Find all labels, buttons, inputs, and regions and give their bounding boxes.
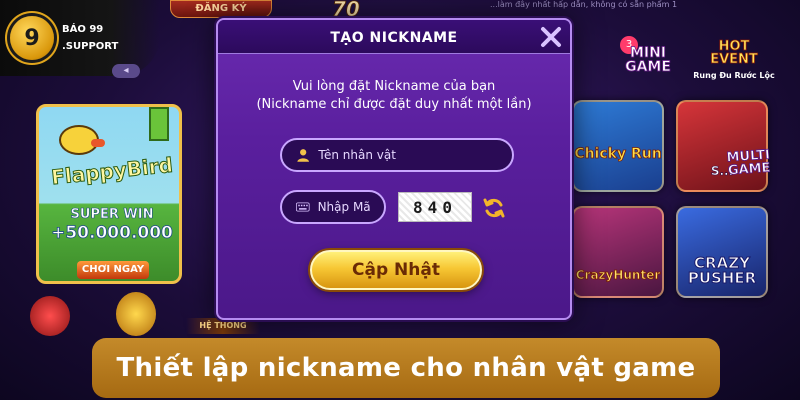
dialog-title: TẠO NICKNAME xyxy=(330,30,458,46)
pipe-icon xyxy=(149,107,169,141)
mini-game-button[interactable]: MINI GAME xyxy=(612,36,684,82)
close-icon xyxy=(541,27,561,47)
lion-dance-gold-icon xyxy=(116,292,156,336)
chicky-run-label: Chicky Run xyxy=(574,146,662,163)
refresh-icon xyxy=(483,198,505,218)
flappy-title: FlappyBird xyxy=(50,152,175,190)
dialog-instruction: Vui lòng đặt Nickname của bạn (Nickname … xyxy=(218,78,570,114)
instruction-line2: (Nickname chỉ được đặt duy nhất một lần) xyxy=(256,97,532,112)
crazy-hunter-game-icon[interactable]: CrazyHunter xyxy=(572,206,664,298)
lion-dance-icon xyxy=(30,296,70,336)
logo-icon: 9 xyxy=(10,16,54,60)
captcha-image: 840 xyxy=(398,192,472,222)
system-menu-label[interactable]: HỆ THỐNG xyxy=(186,318,260,334)
create-nickname-dialog: TẠO NICKNAME Vui lòng đặt Nickname của b… xyxy=(216,18,572,320)
multi-game-button[interactable]: MULTI GAME xyxy=(713,147,785,187)
close-button[interactable] xyxy=(536,22,566,52)
back-arrow-icon[interactable]: ◂ xyxy=(112,64,140,78)
keyboard-icon xyxy=(296,202,310,212)
chicky-run-game-icon[interactable]: Chicky Run xyxy=(572,100,664,192)
captcha-input[interactable] xyxy=(317,200,384,214)
jackpot-number-fragment: 70 xyxy=(332,0,361,21)
play-now-button[interactable]: CHƠI NGAY xyxy=(77,261,149,279)
super-win-label: SUPER WIN xyxy=(70,207,154,223)
nickname-field[interactable] xyxy=(280,138,514,172)
mini-game-line2: GAME xyxy=(625,59,672,75)
nickname-input[interactable] xyxy=(318,148,512,162)
crazy-pusher-line2: PUSHER xyxy=(687,269,757,287)
super-win-amount: +50.000.000 xyxy=(51,223,174,244)
brand-line1: BÁO 99 xyxy=(62,24,104,35)
register-tab[interactable]: ĐĂNG KÝ xyxy=(170,0,272,18)
crazy-pusher-label: CRAZY PUSHER xyxy=(678,255,766,287)
captcha-field[interactable] xyxy=(280,190,386,224)
bird-icon xyxy=(59,125,105,155)
caption-text: Thiết lập nickname cho nhân vật game xyxy=(116,353,696,383)
refresh-captcha-button[interactable] xyxy=(482,196,506,220)
caption-banner: Thiết lập nickname cho nhân vật game xyxy=(92,338,720,398)
flappy-bird-game-card[interactable]: FlappyBird SUPER WIN +50.000.000 CHƠI NG… xyxy=(36,104,182,284)
hot-event-subtitle: Rung Đu Rước Lộc xyxy=(693,71,775,80)
hot-event-button[interactable]: HOT EVENT Rung Đu Rước Lộc xyxy=(692,40,776,84)
update-button[interactable]: Cập Nhật xyxy=(310,250,482,290)
instruction-line1: Vui lòng đặt Nickname của bạn xyxy=(292,79,496,94)
crazy-hunter-label: CrazyHunter xyxy=(575,268,661,283)
crazy-pusher-game-icon[interactable]: CRAZY PUSHER xyxy=(676,206,768,298)
news-ticker: ...làm đây nhất hấp dẫn, không có sẵn ph… xyxy=(490,0,678,9)
mini-game-line1: MINI xyxy=(629,45,667,61)
brand-line2: .SUPPORT xyxy=(62,41,119,52)
brand-name: BÁO 99 .SUPPORT xyxy=(62,21,118,55)
hot-event-line2: EVENT xyxy=(710,52,758,67)
user-icon xyxy=(297,149,309,162)
dialog-header: TẠO NICKNAME xyxy=(218,20,570,54)
